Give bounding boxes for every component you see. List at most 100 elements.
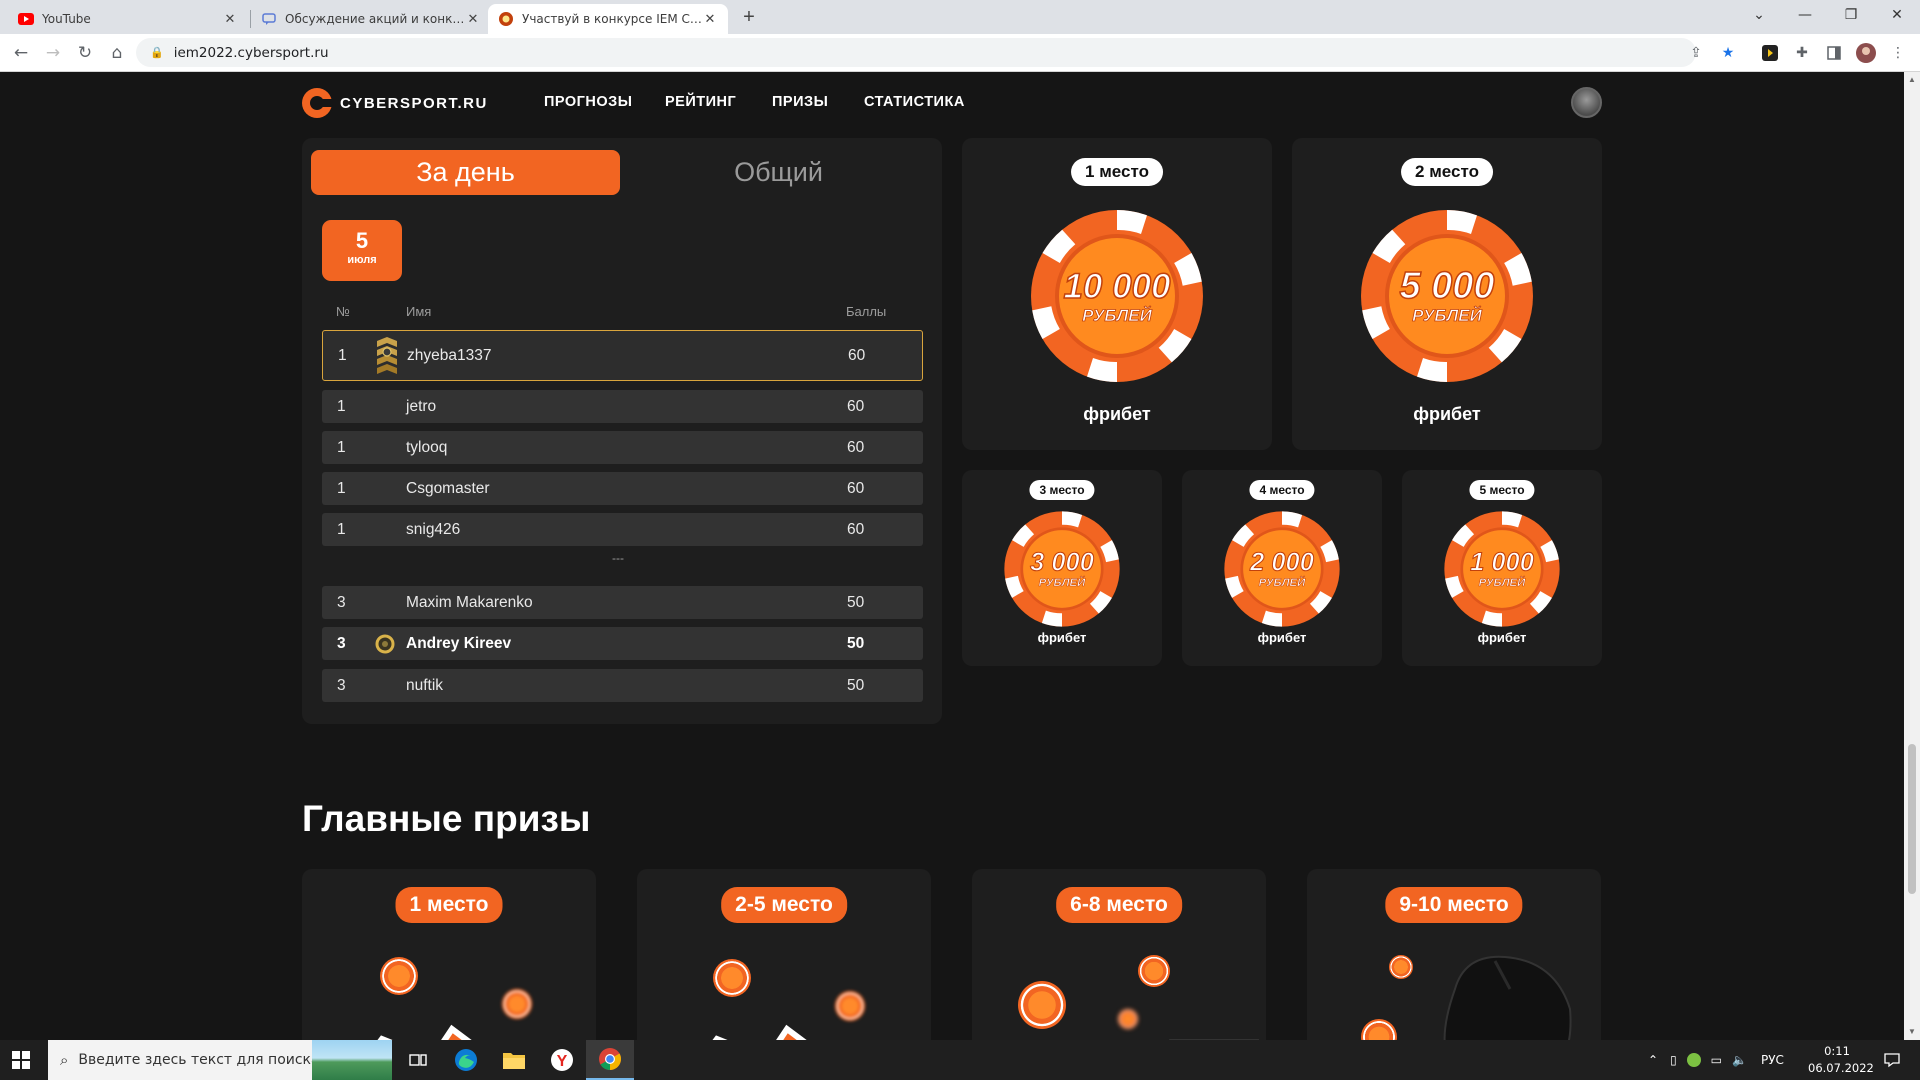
scroll-up-icon[interactable]: ▲ [1904, 72, 1920, 88]
device-icon[interactable]: ▯ [1670, 1053, 1677, 1067]
chevron-up-icon[interactable]: ⌃ [1648, 1053, 1658, 1067]
search-icon: ⌕ [60, 1051, 69, 1069]
task-view-icon[interactable] [394, 1040, 442, 1080]
table-row[interactable]: 1 jetro 60 [322, 390, 923, 423]
chip-amount: 10 000 [1063, 267, 1171, 306]
main-prize-place: 9-10 место [1385, 887, 1523, 923]
chip-currency: РУБЛЕЙ [1039, 576, 1086, 589]
prize-place-pill: 4 место [1249, 480, 1315, 500]
back-arrow-icon[interactable]: ← [9, 41, 33, 65]
extension-media-icon[interactable] [1760, 43, 1780, 63]
minimize-button[interactable]: — [1782, 0, 1828, 30]
table-row[interactable]: 3 Maxim Makarenko 50 [322, 586, 923, 619]
notifications-icon[interactable] [1884, 1040, 1900, 1080]
home-icon[interactable]: ⌂ [105, 41, 129, 65]
chip-decoration-icon [1361, 1019, 1397, 1040]
side-panel-icon[interactable] [1824, 43, 1844, 63]
prize-place-pill: 1 место [1071, 158, 1163, 186]
chip-amount: 2 000 [1249, 548, 1314, 576]
browser-tab-youtube[interactable]: YouTube ✕ [8, 4, 248, 34]
table-row-current-user[interactable]: 3 Andrey Kireev 50 [322, 627, 923, 660]
yandex-icon[interactable]: Y [538, 1040, 586, 1080]
profile-avatar-icon[interactable] [1856, 43, 1876, 63]
prize-card-1: 1 место 10 000 РУБЛЕЙ фрибет [962, 138, 1272, 450]
scroll-down-icon[interactable]: ▼ [1904, 1024, 1920, 1040]
main-prize-place: 2-5 место [721, 887, 847, 923]
reload-icon[interactable]: ↻ [73, 41, 97, 65]
close-icon[interactable]: ✕ [222, 12, 238, 27]
row-points: 50 [847, 676, 865, 694]
windows-taskbar: ⌕ Введите здесь текст для поиска Y ⌃ ▯ ▭… [0, 1040, 1920, 1080]
browser-tab-active[interactable]: Участвуй в конкурсе IEM Cologne ✕ [488, 4, 728, 34]
nav-rating[interactable]: РЕЙТИНГ [665, 94, 736, 110]
table-row[interactable]: 3 nuftik 50 [322, 669, 923, 702]
user-avatar[interactable] [1571, 87, 1602, 118]
new-tab-button[interactable]: + [737, 6, 761, 30]
prize-place-pill: 2 место [1401, 158, 1493, 186]
share-icon[interactable]: ⇪ [1686, 43, 1706, 63]
app-tray-icon[interactable] [1686, 1053, 1701, 1067]
tab-title: Обсуждение акций и конкурсов [285, 12, 465, 26]
chip-currency: РУБЛЕЙ [1479, 576, 1526, 589]
edge-icon[interactable] [442, 1040, 490, 1080]
row-name: nuftik [406, 676, 444, 694]
forward-arrow-icon[interactable]: → [41, 41, 65, 65]
table-row[interactable]: 1 tylooq 60 [322, 431, 923, 464]
row-points: 60 [847, 479, 865, 497]
network-icon[interactable]: ▭ [1711, 1053, 1722, 1067]
prize-image-mouse: G [1443, 955, 1572, 1040]
language-indicator[interactable]: РУС [1761, 1053, 1784, 1067]
chip-decoration-icon [713, 959, 751, 997]
scrollbar-thumb[interactable] [1908, 744, 1916, 894]
nav-forecasts[interactable]: ПРОГНОЗЫ [544, 94, 632, 110]
tab-search-button[interactable]: ⌄ [1736, 0, 1782, 30]
row-rank: 1 [337, 438, 346, 456]
restore-button[interactable]: ❐ [1828, 0, 1874, 30]
chip-decoration-icon [502, 989, 532, 1019]
row-name: jetro [406, 397, 437, 415]
date-selector[interactable]: 5 июля [322, 220, 402, 281]
freebet-chip-icon: 5 000 РУБЛЕЙ [1361, 210, 1533, 382]
windows-start-icon[interactable] [12, 1051, 30, 1069]
nav-prizes[interactable]: ПРИЗЫ [772, 94, 828, 110]
freebet-chip-icon: 2 000 РУБЛЕЙ [1224, 511, 1340, 627]
chip-amount: 1 000 [1470, 548, 1534, 576]
site-logo[interactable]: CYBERSPORT.RU [302, 88, 488, 118]
nav-statistics[interactable]: СТАТИСТИКА [864, 94, 965, 110]
explorer-icon[interactable] [490, 1040, 538, 1080]
more-menu-icon[interactable]: ⋮ [1888, 43, 1908, 63]
row-points: 60 [848, 346, 866, 364]
freebet-chip-icon: 10 000 РУБЛЕЙ [1031, 210, 1203, 382]
close-icon[interactable]: ✕ [465, 12, 481, 27]
logo-text: CYBERSPORT.RU [340, 94, 488, 112]
prize-card-3: 3 место 3 000 РУБЛЕЙ фрибет [962, 470, 1162, 666]
tab-daily[interactable]: За день [311, 150, 620, 195]
chip-decoration-icon [1118, 1009, 1138, 1029]
taskbar-search-input[interactable]: ⌕ Введите здесь текст для поиска [48, 1040, 392, 1080]
tab-overall[interactable]: Общий [624, 150, 933, 195]
chip-currency: РУБЛЕЙ [1082, 305, 1152, 325]
row-points: 60 [847, 397, 865, 415]
chrome-icon[interactable] [586, 1040, 634, 1080]
extensions-puzzle-icon[interactable]: ✚ [1792, 43, 1812, 63]
prize-label: фрибет [1477, 630, 1527, 645]
table-row-leader[interactable]: 1 zhyeba1337 60 [322, 330, 923, 381]
volume-icon[interactable]: 🔈 [1732, 1053, 1747, 1067]
close-window-button[interactable]: ✕ [1874, 0, 1920, 30]
close-icon[interactable]: ✕ [702, 12, 718, 27]
taskbar-clock[interactable]: 0:11 06.07.2022 [1808, 1043, 1874, 1077]
row-rank: 1 [337, 520, 346, 538]
bookmark-star-icon[interactable]: ★ [1718, 43, 1738, 63]
table-row[interactable]: 1 snig426 60 [322, 513, 923, 546]
chip-decoration-icon [1389, 955, 1413, 979]
browser-tab-bar: YouTube ✕ Обсуждение акций и конкурсов ✕… [0, 0, 1920, 34]
page-scrollbar[interactable]: ▲ ▼ [1904, 72, 1920, 1040]
chip-decoration-icon [1018, 981, 1066, 1029]
prize-image-logo [712, 1024, 807, 1040]
address-bar[interactable]: 🔒 iem2022.cybersport.ru [136, 38, 1696, 67]
chip-currency: РУБЛЕЙ [1412, 305, 1482, 325]
row-points: 50 [847, 634, 865, 652]
table-row[interactable]: 1 Csgomaster 60 [322, 472, 923, 505]
prize-place-pill: 3 место [1029, 480, 1095, 500]
browser-tab-forum[interactable]: Обсуждение акций и конкурсов ✕ [251, 4, 491, 34]
